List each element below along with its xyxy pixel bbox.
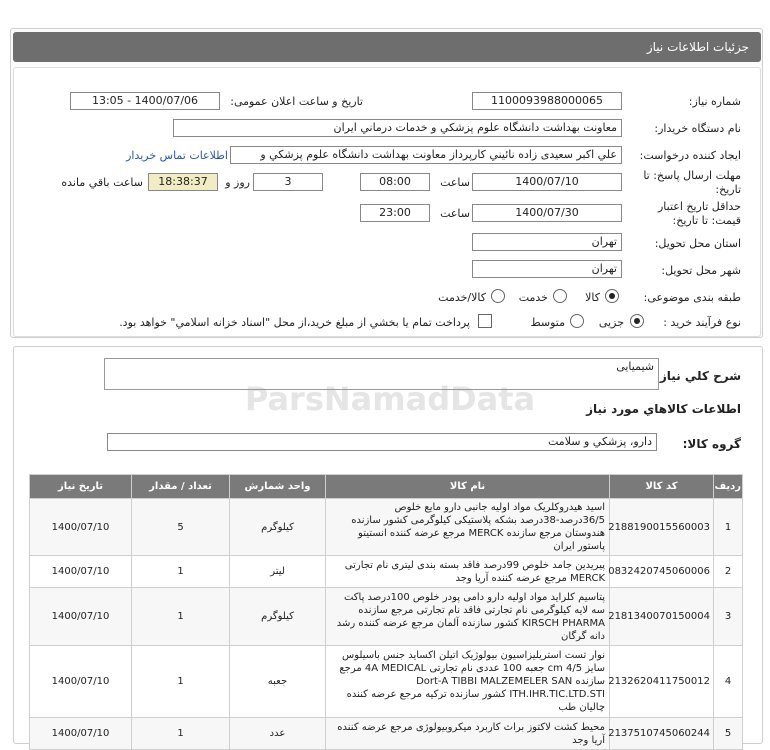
process-option-medium: متوسط bbox=[530, 316, 565, 329]
cell-quantity: 1 bbox=[131, 645, 230, 718]
cell-row-number: 1 bbox=[713, 498, 743, 556]
group-label: گروه کالا: bbox=[682, 437, 741, 451]
process-radio-minor[interactable] bbox=[630, 314, 644, 328]
category-option-goods-service: کالا/خدمت bbox=[438, 291, 486, 304]
col-header-code: کد کالا bbox=[609, 474, 714, 499]
buyer-label: نام دستگاه خریدار: bbox=[654, 122, 741, 135]
cell-unit: کیلوگرم bbox=[229, 498, 326, 556]
cell-name: اسید هیدروکلریک مواد اولیه جانبی دارو ما… bbox=[325, 498, 610, 556]
need-number-label: شماره نیاز: bbox=[688, 95, 741, 108]
city-field[interactable]: تهران bbox=[472, 260, 622, 278]
need-number-field[interactable]: 1100093988000065 bbox=[472, 92, 622, 110]
col-header-quantity: تعداد / مقدار bbox=[131, 474, 230, 499]
treasury-payment-note: پرداخت تمام یا بخشي از مبلغ خرید،از محل … bbox=[119, 316, 470, 329]
col-header-row-number: ردیف bbox=[713, 474, 743, 499]
process-label: نوع فرآیند خرید : bbox=[663, 316, 741, 329]
summary-field[interactable]: شیمیایی bbox=[104, 358, 659, 390]
category-option-goods: کالا bbox=[585, 291, 600, 304]
days-remaining-field[interactable]: 3 bbox=[253, 173, 323, 191]
remaining-time-field: 18:38:37 bbox=[148, 173, 218, 191]
col-header-date: تاریخ نیاز bbox=[29, 474, 132, 499]
cell-date: 1400/07/10 bbox=[29, 498, 132, 556]
items-table: ردیف کد کالا نام کالا واحد شمارش تعداد /… bbox=[29, 474, 743, 750]
buyer-contact-link[interactable]: اطلاعات تماس خریدار bbox=[126, 149, 228, 162]
category-option-service: خدمت bbox=[518, 291, 548, 304]
province-field[interactable]: تهران bbox=[472, 233, 622, 251]
treasury-payment-checkbox[interactable] bbox=[478, 314, 492, 328]
city-label: شهر محل تحویل: bbox=[661, 264, 741, 277]
cell-code: 2188190015560003 bbox=[608, 498, 714, 556]
deadline-time-field[interactable]: 08:00 bbox=[360, 173, 430, 191]
validity-time-field[interactable]: 23:00 bbox=[360, 204, 430, 222]
cell-quantity: 1 bbox=[131, 555, 230, 588]
table-row[interactable]: 4 2132620411750012 نوار تست استریلیزاسیو… bbox=[29, 645, 743, 718]
validity-date-label: قیمت: تا تاریخ: bbox=[672, 214, 741, 227]
panel-header: جزئیات اطلاعات نیاز bbox=[13, 32, 761, 62]
cell-row-number: 2 bbox=[713, 555, 743, 588]
process-option-minor: جزیی bbox=[598, 316, 624, 329]
cell-date: 1400/07/10 bbox=[29, 587, 132, 646]
cell-row-number: 3 bbox=[713, 587, 743, 646]
cell-quantity: 1 bbox=[131, 587, 230, 646]
cell-code: 2132620411750012 bbox=[608, 645, 714, 718]
cell-code: 2181340070150004 bbox=[608, 587, 714, 646]
cell-date: 1400/07/10 bbox=[29, 645, 132, 718]
validity-time-label: ساعت bbox=[440, 207, 470, 220]
days-label: روز و bbox=[225, 176, 250, 189]
announce-datetime-field[interactable]: 1400/07/06 - 13:05 bbox=[70, 92, 220, 110]
cell-name: پیریدین جامد خلوص 99درصد فاقد بسته بندی … bbox=[325, 555, 610, 588]
cell-name: پتاسیم کلراید مواد اولیه دارو دامی پودر … bbox=[325, 587, 610, 646]
cell-code: 0832420745060006 bbox=[608, 555, 714, 588]
cell-row-number: 4 bbox=[713, 645, 743, 718]
table-row[interactable]: 1 2188190015560003 اسید هیدروکلریک مواد … bbox=[29, 498, 743, 556]
validity-date-field[interactable]: 1400/07/30 bbox=[472, 204, 622, 222]
cell-quantity: 5 bbox=[131, 498, 230, 556]
category-radio-goods[interactable] bbox=[605, 289, 619, 303]
table-header-row: ردیف کد کالا نام کالا واحد شمارش تعداد /… bbox=[29, 474, 743, 499]
deadline-date-label: تاریخ: bbox=[715, 183, 741, 196]
category-radio-service[interactable] bbox=[553, 289, 567, 303]
buyer-field[interactable]: معاونت بهداشت دانشگاه علوم پزشکي و خدمات… bbox=[173, 119, 622, 137]
remaining-time-label: ساعت باقي مانده bbox=[61, 176, 143, 189]
group-field[interactable]: دارو، پزشکي و سلامت bbox=[107, 433, 657, 451]
table-row[interactable]: 3 2181340070150004 پتاسیم کلراید مواد او… bbox=[29, 587, 743, 646]
table-row[interactable]: 2 0832420745060006 پیریدین جامد خلوص 99د… bbox=[29, 555, 743, 588]
announce-label: تاریخ و ساعت اعلان عمومی: bbox=[230, 95, 363, 108]
province-label: استان محل تحویل: bbox=[654, 237, 741, 250]
summary-label: شرح کلي نیاز: bbox=[655, 369, 741, 383]
category-label: طبقه بندی موضوعی: bbox=[643, 291, 741, 304]
deadline-label: مهلت ارسال پاسخ: تا bbox=[643, 169, 741, 182]
creator-field[interactable]: علي اکبر سعيدی زاده نائيني کارپرداز معاو… bbox=[230, 146, 622, 164]
creator-label: ایجاد کننده درخواست: bbox=[639, 149, 741, 162]
cell-unit: کیلوگرم bbox=[229, 587, 326, 646]
cell-unit: لیتر bbox=[229, 555, 326, 588]
cell-name: نوار تست استریلیزاسیون بیولوژیک اتیلن اک… bbox=[325, 645, 610, 718]
category-radio-goods-service[interactable] bbox=[491, 289, 505, 303]
process-radio-medium[interactable] bbox=[570, 314, 584, 328]
items-heading: اطلاعات کالاهاي مورد نياز bbox=[586, 402, 741, 416]
cell-unit: جعبه bbox=[229, 645, 326, 718]
cell-date: 1400/07/10 bbox=[29, 555, 132, 588]
panel-title: جزئیات اطلاعات نیاز bbox=[646, 40, 749, 54]
deadline-time-label: ساعت bbox=[440, 176, 470, 189]
col-header-name: نام کالا bbox=[325, 474, 610, 499]
col-header-unit: واحد شمارش bbox=[229, 474, 326, 499]
deadline-date-field[interactable]: 1400/07/10 bbox=[472, 173, 622, 191]
validity-label: حداقل تاریخ اعتبار bbox=[657, 200, 741, 213]
